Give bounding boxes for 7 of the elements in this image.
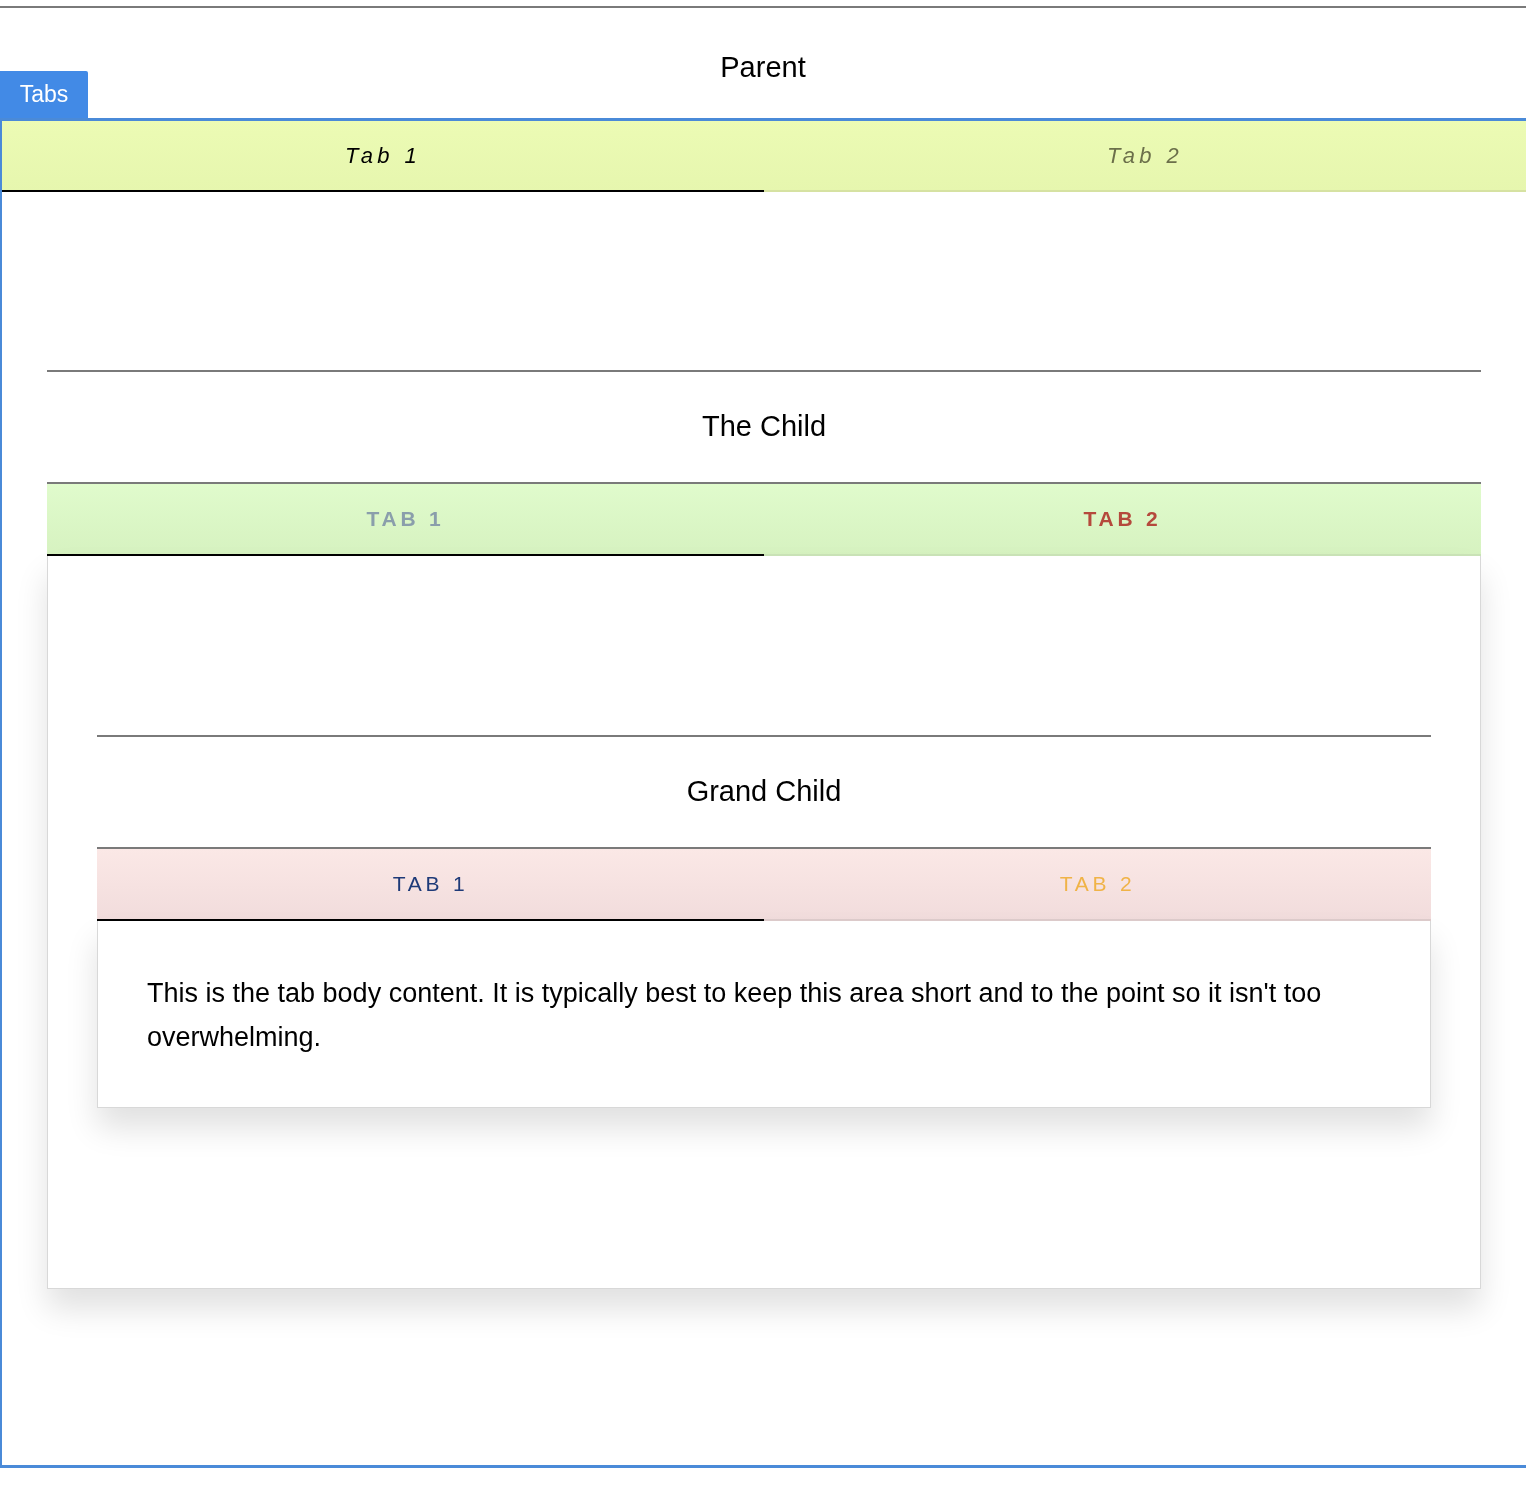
tab[interactable]: Tab 1	[2, 121, 764, 192]
section-title: Parent	[720, 50, 806, 85]
section-title: The Child	[701, 409, 827, 445]
tab-body-text: This is the tab body content. It is typically best to keep this area short and to the point so it isn't too overwhelming.	[147, 977, 1323, 1054]
tab[interactable]: Tab 2	[764, 121, 1526, 192]
section-title: Grand Child	[686, 774, 842, 810]
tabs-label: Tabs	[0, 71, 88, 118]
